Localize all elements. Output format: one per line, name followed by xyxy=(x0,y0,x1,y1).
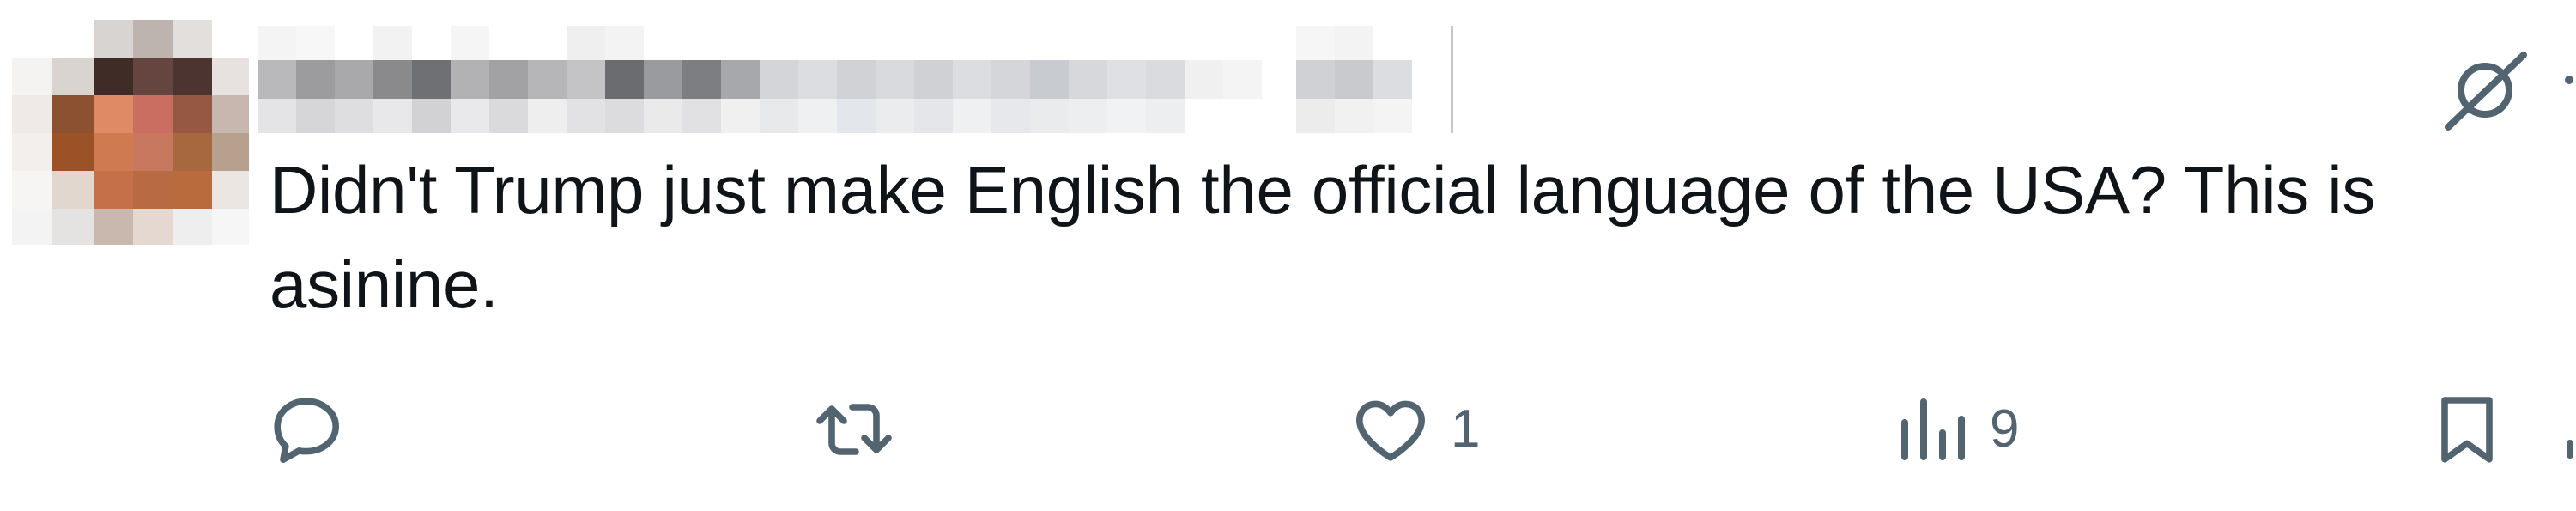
author-header-redacted[interactable] xyxy=(258,26,1459,133)
views-count: 9 xyxy=(1990,399,2020,459)
retweet-button[interactable] xyxy=(807,385,920,474)
tweet-text: Didn't Trump just make English the offic… xyxy=(270,152,2376,322)
bookmark-button[interactable] xyxy=(2426,385,2508,474)
grok-icon[interactable] xyxy=(2438,43,2532,137)
share-icon-partial[interactable] xyxy=(2567,440,2573,459)
avatar[interactable] xyxy=(12,20,249,245)
like-button[interactable]: 1 xyxy=(1349,385,1480,474)
views-button[interactable]: 9 xyxy=(1894,385,2019,474)
like-count: 1 xyxy=(1451,399,1481,459)
more-options-icon[interactable] xyxy=(2565,76,2573,84)
reply-icon xyxy=(266,388,349,471)
reply-button[interactable] xyxy=(266,385,367,474)
views-chart-icon xyxy=(1894,388,1971,471)
bookmark-icon xyxy=(2426,388,2508,471)
heart-icon xyxy=(1349,388,1432,471)
retweet-icon xyxy=(807,388,901,471)
